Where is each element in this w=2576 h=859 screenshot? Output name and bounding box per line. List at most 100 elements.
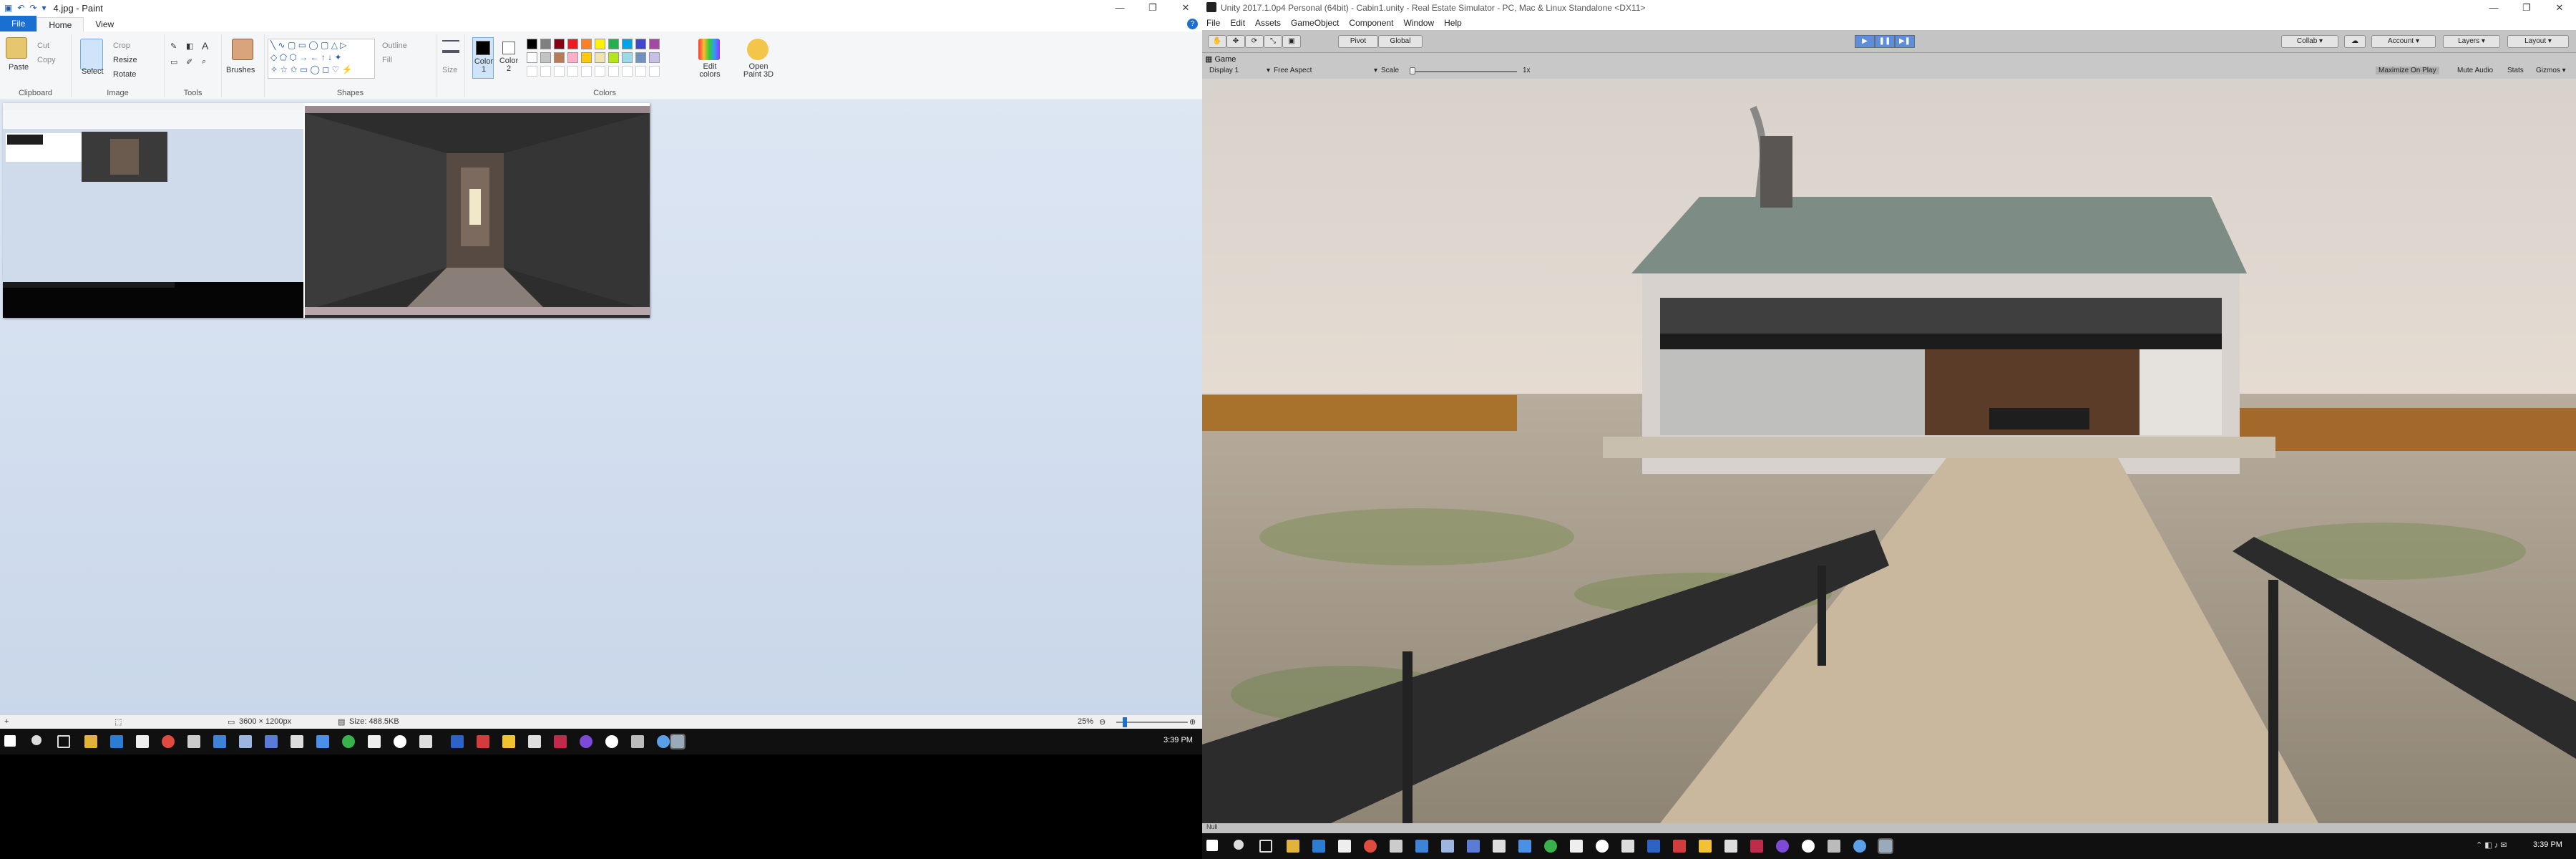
account-dropdown[interactable]: Account ▾ [2371,35,2436,48]
pencil-icon[interactable]: ✎ [170,42,177,51]
help-icon[interactable]: ? [1187,19,1198,29]
app-icon-7[interactable] [477,735,489,748]
paint-canvas[interactable] [3,103,650,318]
copy-button[interactable]: Copy [37,56,56,64]
app-icon-9[interactable] [1724,840,1737,853]
open-paint3d-button[interactable]: Open Paint 3D [740,63,777,79]
app-icon-13[interactable] [657,735,670,748]
calculator-icon[interactable] [1390,840,1402,853]
custom-color-slot[interactable] [554,66,565,77]
scale-tool-icon[interactable]: ⤡ [1264,35,1282,48]
zoom-slider-thumb[interactable] [1123,717,1127,727]
palette-swatch[interactable] [622,39,633,49]
color2-selector[interactable]: Color 2 [498,37,519,79]
restore-button[interactable]: ❐ [2510,0,2543,16]
palette-swatch[interactable] [567,39,578,49]
chrome-icon[interactable] [1364,840,1377,853]
cut-button[interactable]: Cut [37,42,49,50]
palette-swatch[interactable] [554,39,565,49]
chrome-icon[interactable] [162,735,175,748]
play-button[interactable]: ▶ [1855,35,1875,48]
global-toggle[interactable]: Global [1378,35,1423,48]
palette-swatch[interactable] [527,52,537,63]
close-button[interactable]: ✕ [2543,0,2576,16]
move-tool-icon[interactable]: ✥ [1226,35,1245,48]
outline-dropdown[interactable]: Outline [382,42,407,50]
search-icon[interactable] [31,735,42,745]
zoom-out-button[interactable]: ⊖ [1099,717,1106,727]
brushes-button[interactable]: Brushes [226,66,255,74]
pause-button[interactable]: ❚❚ [1875,35,1895,48]
tab-view[interactable]: View [84,17,125,31]
scale-slider[interactable] [1410,71,1517,72]
console-status[interactable]: Null [1206,823,1218,830]
app-icon-10[interactable] [1750,840,1763,853]
mute-audio-toggle[interactable]: Mute Audio [2454,67,2496,74]
store-icon[interactable] [136,735,149,748]
undo-icon[interactable]: ↶ [17,3,24,13]
palette-swatch[interactable] [649,52,660,63]
calculator-icon[interactable] [187,735,200,748]
minimize-button[interactable]: — [1103,0,1136,16]
search-icon[interactable] [1234,840,1244,850]
app-icon-4[interactable] [1544,840,1557,853]
menu-window[interactable]: Window [1403,18,1434,28]
palette-swatch[interactable] [595,39,605,49]
custom-color-slot[interactable] [622,66,633,77]
menu-assets[interactable]: Assets [1255,18,1281,28]
start-icon[interactable] [4,735,16,747]
custom-color-slot[interactable] [635,66,646,77]
stats-toggle[interactable]: Stats [2504,67,2527,74]
palette-swatch[interactable] [540,39,551,49]
palette-swatch[interactable] [527,39,537,49]
aspect-dropdown[interactable]: Free Aspect [1274,67,1312,74]
menu-file[interactable]: File [1206,18,1220,28]
palette-swatch[interactable] [595,52,605,63]
task-view-icon[interactable] [1259,840,1272,853]
palette-swatch[interactable] [581,52,592,63]
app-icon-5[interactable] [1596,840,1609,853]
rotate-button[interactable]: Rotate [113,70,136,79]
file-explorer-icon[interactable] [84,735,97,748]
close-button[interactable]: ✕ [1169,0,1202,16]
color-picker-icon[interactable]: ✐ [186,57,192,67]
scale-slider-thumb[interactable] [1410,67,1415,74]
color1-selector[interactable]: Color 1 [472,37,494,79]
tray-icons[interactable]: ⌃ ◧ ♪ ✉ [2476,840,2507,850]
paste-button[interactable]: Paste [9,63,29,72]
app-icon-13[interactable] [1853,840,1866,853]
fill-bucket-icon[interactable]: ◧ [186,42,193,51]
customize-qa-icon[interactable]: ▾ [42,3,46,13]
palette-swatch[interactable] [567,52,578,63]
magnifier-icon[interactable]: ⌕ [202,57,206,67]
palette-swatch[interactable] [622,52,633,63]
start-icon[interactable] [1206,840,1218,851]
app-icon-9[interactable] [528,735,541,748]
app-icon-11[interactable] [1776,840,1789,853]
palette-swatch[interactable] [635,52,646,63]
app-icon-3[interactable] [1467,840,1480,853]
taskbar-clock[interactable]: 3:39 PM [2533,840,2562,849]
paste-icon[interactable] [6,37,27,59]
palette-swatch[interactable] [608,39,619,49]
layout-dropdown[interactable]: Layout ▾ [2507,35,2569,48]
menu-component[interactable]: Component [1349,18,1393,28]
resize-button[interactable]: Resize [113,56,137,64]
size-button[interactable]: Size [442,66,457,74]
app-icon-1[interactable] [1415,840,1428,853]
steam-icon[interactable] [1647,840,1660,853]
app-icon-10[interactable] [554,735,567,748]
zoom-slider[interactable] [1116,722,1188,723]
layers-dropdown[interactable]: Layers ▾ [2443,35,2500,48]
menu-help[interactable]: Help [1444,18,1462,28]
shapes-gallery[interactable]: ╲ ∿ ▢ ▭ ◯ ▢ △ ▷ ◇ ⬠ ⬡ → ← ↑ ↓ ✦ ✧ ☆ ✩ ▭ ◯ … [268,39,375,79]
palette-swatch[interactable] [540,52,551,63]
store-icon[interactable] [1338,840,1351,853]
app-icon-12[interactable] [1828,840,1840,853]
text-icon[interactable]: A [202,40,208,52]
unity-taskbar-icon[interactable] [1802,840,1815,853]
edit-colors-icon[interactable] [698,39,720,60]
app-icon-12[interactable] [631,735,644,748]
gizmos-dropdown[interactable]: Gizmos ▾ [2533,67,2569,74]
palette-swatch[interactable] [554,52,565,63]
